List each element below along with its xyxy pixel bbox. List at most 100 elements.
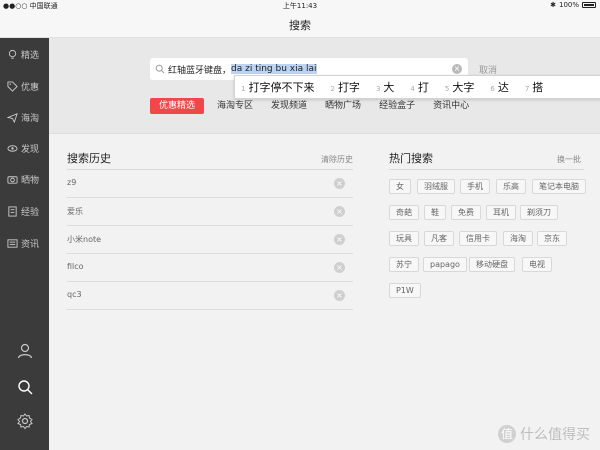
sidebar-item-zixun[interactable]: 资讯 [0, 233, 49, 253]
hot-tag[interactable]: 耳机 [486, 205, 516, 220]
watermark-text: 什么值得买 [520, 427, 590, 443]
hot-tag[interactable]: 手机 [460, 179, 490, 194]
history-item-text: filco [67, 262, 84, 271]
hot-search-title: 热门搜索 [389, 152, 433, 165]
tab-shaiwu-guangchang[interactable]: 晒物广场 [316, 98, 370, 114]
ime-candidate-number: 1 [241, 85, 246, 93]
sidebar-item-shaiwu[interactable]: 晒物 [0, 169, 49, 189]
battery-percent: 100% [558, 1, 579, 9]
close-icon[interactable]: × [334, 178, 345, 189]
sidebar-item-youhui[interactable]: 优惠 [0, 76, 49, 96]
sidebar-item-faxian[interactable]: 发现 [0, 138, 49, 158]
search-header: 红轴蓝牙键盘， da zi ting bu xia lai × 取消 1 打字停不下… [49, 38, 600, 134]
ime-candidate-word: 搭 [532, 81, 544, 94]
sidebar-item-haitao[interactable]: 海淘 [0, 107, 49, 127]
lightbulb-icon [8, 49, 17, 59]
sidebar-item-jingxuan[interactable]: 精选 [0, 44, 49, 64]
ime-candidate[interactable]: 4打 [410, 79, 428, 95]
watermark-logo: 值 [498, 425, 516, 443]
hot-tag[interactable]: 女 [389, 179, 411, 194]
history-item-text: 爱乐 [67, 207, 83, 216]
battery-icon [582, 2, 596, 8]
user-icon [17, 343, 32, 359]
close-icon[interactable]: × [334, 234, 345, 245]
tab-zixun-zhongxin[interactable]: 资讯中心 [424, 98, 478, 114]
history-item-text: qc3 [67, 290, 82, 299]
ime-candidate-number: 4 [410, 85, 415, 93]
hot-tag[interactable]: 信用卡 [459, 231, 497, 246]
hot-tag[interactable]: 奇葩 [389, 205, 419, 220]
channel-tabs: 优惠精选 海淘专区 发现频道 晒物广场 经验盒子 资讯中心 [150, 98, 478, 114]
bluetooth-icon: ✱ [550, 1, 556, 9]
close-icon[interactable]: × [334, 290, 345, 301]
profile-button[interactable] [0, 342, 49, 360]
ime-candidate[interactable]: 3大 [376, 79, 394, 95]
ime-candidate[interactable]: 1 打字停不下来 [241, 79, 314, 95]
camera-icon [7, 175, 18, 184]
sidebar-item-label: 优惠 [21, 82, 40, 93]
hot-tag[interactable]: P1W [389, 283, 421, 298]
hot-tag[interactable]: 免费 [451, 205, 481, 220]
hot-tag[interactable]: 京东 [537, 231, 567, 246]
ime-candidate[interactable]: 7搭 [525, 79, 543, 95]
hot-tag[interactable]: 海淘 [503, 231, 533, 246]
search-nav-button[interactable] [0, 378, 49, 396]
hot-tag[interactable]: 鞋 [424, 205, 446, 220]
sidebar-item-label: 海淘 [21, 113, 40, 124]
sidebar: 精选 优惠 海淘 发现 晒物 经验 资讯 [0, 38, 49, 450]
history-item[interactable]: z9 × [67, 170, 353, 198]
hot-tag[interactable]: papago [423, 257, 467, 272]
settings-button[interactable] [0, 412, 49, 430]
ime-candidate-word: 打 [417, 81, 429, 94]
hot-tag[interactable]: 笔记本电脑 [532, 179, 586, 194]
ime-candidate[interactable]: 2 打字 [330, 79, 359, 95]
sidebar-item-label: 发现 [21, 144, 40, 155]
history-item[interactable]: qc3 × [67, 282, 353, 310]
ime-candidate-word: 达 [497, 81, 509, 94]
ime-candidate-word: 大 [383, 81, 395, 94]
clock: 上午11:43 [282, 2, 318, 10]
sidebar-item-jingyan[interactable]: 经验 [0, 201, 49, 221]
ime-candidate-number: 6 [490, 85, 495, 93]
newspaper-icon [7, 238, 18, 248]
tab-faxian-pindao[interactable]: 发现频道 [262, 98, 316, 114]
eye-icon [7, 144, 18, 152]
hot-tag[interactable]: 剃须刀 [520, 205, 558, 220]
close-icon[interactable]: × [334, 262, 345, 273]
tab-youhui-jingxuan[interactable]: 优惠精选 [150, 98, 205, 114]
ime-candidate[interactable]: 6达 [490, 79, 508, 95]
history-item[interactable]: filco × [67, 254, 353, 282]
ime-candidate-bar: 1打字停不下来 2打字 3大 4打 5大字 6达 7搭 ⌄ [234, 75, 600, 99]
ime-candidate-number: 7 [524, 85, 530, 93]
sidebar-item-label: 精选 [21, 50, 40, 61]
notebook-icon [8, 205, 17, 217]
hot-tag[interactable]: 乐高 [496, 179, 526, 194]
tag-icon [7, 80, 18, 92]
tab-haitao-zhuanqu[interactable]: 海淘专区 [208, 98, 262, 114]
clear-history-button[interactable]: 清除历史 [321, 154, 353, 165]
clear-search-button[interactable]: × [452, 64, 462, 74]
ime-candidate[interactable]: 5 大字 [445, 79, 474, 95]
hot-tag[interactable]: 玩具 [389, 231, 419, 246]
history-item[interactable]: 小米note × [67, 226, 353, 254]
search-text: 红轴蓝牙键盘， [168, 65, 232, 76]
hot-tag[interactable]: 凡客 [424, 231, 454, 246]
status-bar: ●●○○ 中国联通 上午11:43 ✱ 100% [0, 0, 600, 12]
ime-candidate-number: 5 [444, 85, 450, 93]
hot-tag[interactable]: 羽绒服 [417, 179, 455, 194]
status-right: ✱ 100% [550, 1, 596, 9]
hot-tag[interactable]: 苏宁 [389, 257, 419, 272]
history-item[interactable]: 爱乐 × [67, 198, 353, 226]
ime-candidate-number: 3 [375, 85, 381, 93]
page-title: 搜索 [289, 19, 311, 32]
close-icon[interactable]: × [334, 206, 345, 217]
gear-icon [16, 413, 33, 430]
tab-jingyan-hezi[interactable]: 经验盒子 [370, 98, 424, 114]
sidebar-item-label: 资讯 [21, 239, 40, 250]
hot-tag[interactable]: 移动硬盘 [469, 257, 515, 272]
refresh-hot-button[interactable]: 换一批 [557, 154, 581, 165]
ime-candidate-word: 打字停不下来 [248, 81, 315, 94]
hot-tag[interactable]: 电视 [522, 257, 552, 272]
ime-candidate-word: 大字 [452, 81, 475, 94]
history-item-text: 小米note [67, 235, 102, 244]
